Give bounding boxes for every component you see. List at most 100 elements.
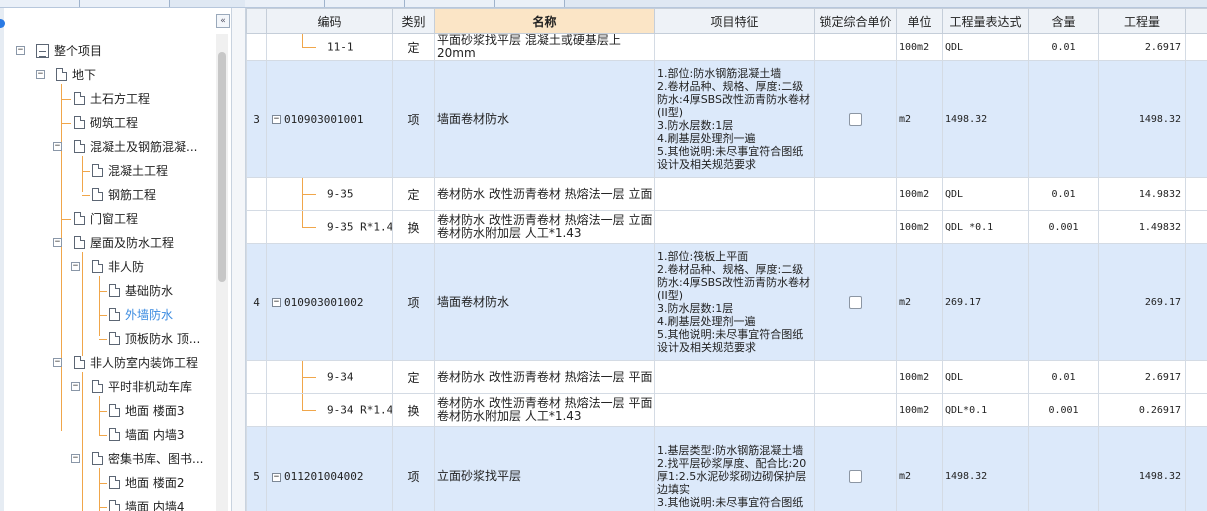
expression-cell[interactable]: QDL (942, 360, 1029, 394)
code-cell[interactable]: −010903001001 (266, 60, 393, 178)
content-cell[interactable]: 0.01 (1028, 360, 1099, 394)
header-expression[interactable]: 工程量表达式 (942, 8, 1029, 34)
tab-top-2[interactable] (80, 0, 170, 7)
tree-toggle-icon[interactable]: − (71, 454, 80, 463)
feature-cell[interactable]: 1.部位:筏板上平面 2.卷材品种、规格、厚度:二级防水:4厚SBS改性沥青防水… (654, 243, 815, 361)
tab-top-4[interactable] (325, 0, 405, 7)
code-cell[interactable]: −010903001002 (266, 243, 393, 361)
tree-scrollbar-thumb[interactable] (218, 52, 226, 282)
lock-price-checkbox[interactable] (849, 470, 862, 484)
header-lock-price[interactable]: 锁定综合单价 (814, 8, 897, 34)
tree-item-rebar[interactable]: 钢筋工程 (0, 183, 215, 207)
table-row[interactable]: 5 −011201004002 项 立面砂浆找平层 1.基层类型:防水钢筋混凝土… (246, 426, 1207, 511)
expression-cell[interactable]: QDL *0.1 (942, 210, 1029, 244)
splitter[interactable] (232, 8, 246, 511)
tree-item-concrete[interactable]: − 混凝土及钢筋混凝... (0, 135, 215, 159)
content-cell[interactable]: 0.001 (1028, 393, 1099, 427)
feature-cell[interactable] (654, 360, 815, 394)
tab-top-5[interactable] (405, 0, 495, 7)
expression-cell[interactable]: QDL (942, 177, 1029, 211)
table-row[interactable]: 9-35 定 卷材防水 改性沥青卷材 热熔法一层 立面 100m2 QDL 0.… (246, 177, 1207, 211)
tree-item-foundation-waterproof[interactable]: 基础防水 (0, 279, 215, 303)
tree-item-floor-3[interactable]: 地面 楼面3 (0, 399, 215, 423)
collapse-panel-button[interactable]: « (216, 14, 230, 28)
tree-item-underground[interactable]: − 地下 (0, 63, 215, 87)
expression-cell[interactable]: 1498.32 (942, 426, 1029, 511)
quantity-cell[interactable]: 1498.32 (1098, 60, 1186, 178)
type-cell[interactable]: 项 (392, 426, 435, 511)
tree-item-wall-3[interactable]: 墙面 内墙3 (0, 423, 215, 447)
tree-item-earthwork[interactable]: 土石方工程 (0, 87, 215, 111)
name-cell[interactable]: 立面砂浆找平层 (434, 426, 655, 511)
content-cell[interactable] (1028, 243, 1099, 361)
name-cell[interactable]: 墙面卷材防水 (434, 60, 655, 178)
tree-item-non-civil-defense[interactable]: − 非人防 (0, 255, 215, 279)
code-cell[interactable]: −011201004002 (266, 426, 393, 511)
type-cell[interactable]: 换 (392, 393, 435, 427)
type-cell[interactable]: 定 (392, 177, 435, 211)
type-cell[interactable]: 换 (392, 210, 435, 244)
unit-cell[interactable]: 100m2 (896, 177, 943, 211)
tab-top-6[interactable] (495, 0, 565, 7)
lock-price-checkbox[interactable] (849, 295, 862, 309)
feature-cell[interactable]: 1.基层类型:防水钢筋混凝土墙 2.找平层砂浆厚度、配合比:20厚1:2.5水泥… (654, 426, 815, 511)
lock-price-checkbox[interactable] (849, 112, 862, 126)
tab-top-1[interactable] (0, 0, 80, 7)
quantity-cell[interactable]: 1498.32 (1098, 426, 1186, 511)
quantity-cell[interactable]: 14.9832 (1098, 177, 1186, 211)
content-cell[interactable]: 0.01 (1028, 33, 1099, 61)
table-row[interactable]: 9-34 定 卷材防水 改性沥青卷材 热熔法一层 平面 100m2 QDL 0.… (246, 360, 1207, 394)
name-cell[interactable]: 卷材防水 改性沥青卷材 热熔法一层 立面 卷材防水附加层 人工*1.43 (434, 210, 655, 244)
tree-item-masonry[interactable]: 砌筑工程 (0, 111, 215, 135)
tree-toggle-icon[interactable]: − (16, 46, 25, 55)
unit-cell[interactable]: 100m2 (896, 210, 943, 244)
collapse-icon[interactable]: − (272, 115, 281, 124)
tree-item-interior-decoration[interactable]: − 非人防室内装饰工程 (0, 351, 215, 375)
table-row[interactable]: 3 −010903001001 项 墙面卷材防水 1.部位:防水钢筋混凝土墙 2… (246, 60, 1207, 178)
header-content[interactable]: 含量 (1028, 8, 1099, 34)
tree-item-garage[interactable]: − 平时非机动车库 (0, 375, 215, 399)
tree-item-floor-2[interactable]: 地面 楼面2 (0, 471, 215, 495)
name-cell[interactable]: 卷材防水 改性沥青卷材 热熔法一层 立面 (434, 177, 655, 211)
quantity-cell[interactable]: 0.26917 (1098, 393, 1186, 427)
expression-cell[interactable]: 269.17 (942, 243, 1029, 361)
name-cell[interactable]: 平面砂浆找平层 混凝土或硬基层上 20mm (434, 33, 655, 61)
unit-cell[interactable]: 100m2 (896, 393, 943, 427)
tree-toggle-icon[interactable]: − (53, 142, 62, 151)
content-cell[interactable]: 0.01 (1028, 177, 1099, 211)
feature-cell[interactable] (654, 393, 815, 427)
expression-cell[interactable]: QDL (942, 33, 1029, 61)
tree-item-wall-4[interactable]: 墙面 内墙4 (0, 495, 215, 511)
table-row[interactable]: 9-35 R*1.43 换 卷材防水 改性沥青卷材 热熔法一层 立面 卷材防水附… (246, 210, 1207, 244)
code-cell[interactable]: 9-35 (266, 177, 393, 211)
tree-item-roof-waterproof[interactable]: − 屋面及防水工程 (0, 231, 215, 255)
tree-toggle-icon[interactable]: − (71, 382, 80, 391)
feature-cell[interactable] (654, 33, 815, 61)
tree-toggle-icon[interactable]: − (53, 358, 62, 367)
code-cell[interactable]: 11-1 (266, 33, 393, 61)
table-row[interactable]: 4 −010903001002 项 墙面卷材防水 1.部位:筏板上平面 2.卷材… (246, 243, 1207, 361)
type-cell[interactable]: 项 (392, 243, 435, 361)
unit-cell[interactable]: m2 (896, 426, 943, 511)
quantity-cell[interactable]: 269.17 (1098, 243, 1186, 361)
name-cell[interactable]: 卷材防水 改性沥青卷材 热熔法一层 平面 卷材防水附加层 人工*1.43 (434, 393, 655, 427)
unit-cell[interactable]: 100m2 (896, 33, 943, 61)
tree-toggle-icon[interactable]: − (36, 70, 45, 79)
header-code[interactable]: 编码 (266, 8, 393, 34)
header-quantity[interactable]: 工程量 (1098, 8, 1186, 34)
tree-item-root[interactable]: − 整个项目 (0, 39, 215, 63)
feature-cell[interactable] (654, 210, 815, 244)
expression-cell[interactable]: 1498.32 (942, 60, 1029, 178)
tree-toggle-icon[interactable]: − (71, 262, 80, 271)
collapse-icon[interactable]: − (272, 298, 281, 307)
content-cell[interactable] (1028, 426, 1099, 511)
quantity-cell[interactable]: 2.6917 (1098, 33, 1186, 61)
tree-scrollbar[interactable] (216, 34, 228, 511)
tree-item-doors-windows[interactable]: 门窗工程 (0, 207, 215, 231)
quantity-cell[interactable]: 1.49832 (1098, 210, 1186, 244)
type-cell[interactable]: 项 (392, 60, 435, 178)
content-cell[interactable] (1028, 60, 1099, 178)
collapse-icon[interactable]: − (272, 472, 281, 482)
code-cell[interactable]: 9-34 (266, 360, 393, 394)
unit-cell[interactable]: 100m2 (896, 360, 943, 394)
